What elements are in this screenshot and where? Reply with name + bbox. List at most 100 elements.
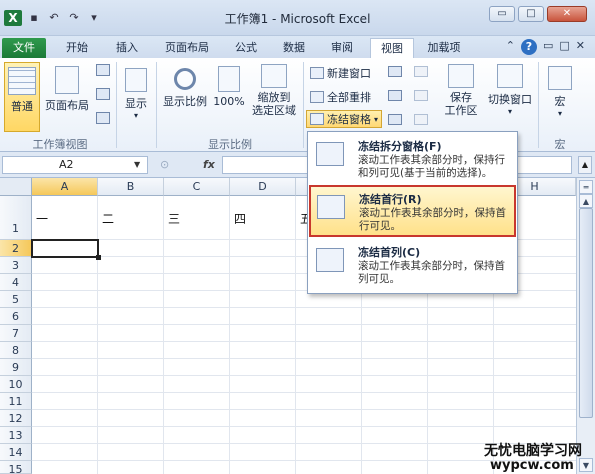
zoom-to-selection-label-1: 缩放到 <box>257 91 291 104</box>
grid-line <box>229 196 230 474</box>
scroll-down-icon[interactable]: ▼ <box>579 458 593 472</box>
cell-c1[interactable]: 三 <box>168 210 180 227</box>
zoom-to-selection-button[interactable]: 缩放到 选定区域 <box>248 62 300 132</box>
workbook-close-icon[interactable]: ✕ <box>576 39 585 55</box>
row-header[interactable]: 1 <box>0 196 32 240</box>
grid-line <box>32 341 576 342</box>
grid-line <box>32 324 576 325</box>
row-header[interactable]: 7 <box>0 325 32 342</box>
close-button[interactable]: ✕ <box>547 6 587 22</box>
row-header[interactable]: 2 <box>0 240 32 257</box>
active-cell-a2[interactable] <box>31 239 99 258</box>
row-header[interactable]: 5 <box>0 291 32 308</box>
custom-views-icon[interactable] <box>96 88 110 100</box>
synchronous-scrolling-icon[interactable] <box>414 90 428 101</box>
row-header[interactable]: 14 <box>0 444 32 461</box>
save-workspace-button[interactable]: 保存 工作区 <box>440 62 482 132</box>
page-break-preview-icon[interactable] <box>96 64 110 76</box>
tab-insert[interactable]: 插入 <box>106 38 148 58</box>
column-header[interactable]: A <box>32 178 98 196</box>
split-box-icon[interactable]: ═ <box>579 180 593 194</box>
unhide-icon[interactable] <box>388 114 402 125</box>
freeze-panes-label: 冻结窗格 <box>327 113 371 126</box>
name-box-dropdown-icon[interactable]: ▼ <box>134 160 140 169</box>
tab-addins[interactable]: 加载项 <box>420 38 468 58</box>
row-header[interactable]: 13 <box>0 427 32 444</box>
freeze-panes-menu-item[interactable]: 冻结拆分窗格(F) 滚动工作表其余部分时，保持行和列可见(基于当前的选择)。 <box>310 134 515 184</box>
workbook-views-group-label: 工作簿视图 <box>32 138 88 151</box>
tab-data[interactable]: 数据 <box>274 38 314 58</box>
hide-icon[interactable] <box>388 90 402 101</box>
row-header[interactable]: 4 <box>0 274 32 291</box>
new-window-button[interactable]: 新建窗口 <box>310 64 371 82</box>
row-header[interactable]: 6 <box>0 308 32 325</box>
zoom-100-button[interactable]: 100% <box>212 62 246 132</box>
cell-d1[interactable]: 四 <box>234 210 246 227</box>
freeze-panes-icon <box>316 142 344 166</box>
dropdown-arrow-icon: ▾ <box>133 111 138 120</box>
tab-page-layout[interactable]: 页面布局 <box>156 38 218 58</box>
row-header[interactable]: 9 <box>0 359 32 376</box>
ribbon-collapse-icon[interactable]: ⌃ <box>506 39 515 55</box>
cell-b1[interactable]: 二 <box>102 210 114 227</box>
grid-line <box>32 375 576 376</box>
normal-view-button[interactable]: 普通 <box>4 62 40 132</box>
switch-windows-button[interactable]: 切换窗口 ▾ <box>484 62 536 132</box>
help-icon[interactable]: ? <box>520 39 537 55</box>
group-separator <box>116 62 117 148</box>
select-all-corner[interactable] <box>0 178 32 196</box>
full-screen-icon[interactable] <box>96 112 110 124</box>
cell-a1[interactable]: 一 <box>36 210 48 227</box>
save-workspace-label-1: 保存 <box>450 91 472 104</box>
column-header[interactable]: B <box>98 178 164 196</box>
workbook-minimize-icon[interactable]: ▭ <box>543 39 553 55</box>
scroll-thumb[interactable] <box>579 208 593 418</box>
scroll-up-icon[interactable]: ▲ <box>579 194 593 208</box>
tab-formulas[interactable]: 公式 <box>226 38 266 58</box>
freeze-top-row-icon <box>317 195 345 219</box>
restore-button[interactable]: □ <box>518 6 544 22</box>
reset-window-position-icon[interactable] <box>414 114 428 125</box>
row-header[interactable]: 11 <box>0 393 32 410</box>
menu-item-title: 冻结首列(C) <box>358 246 421 259</box>
tab-view[interactable]: 视图 <box>370 38 414 58</box>
fill-handle[interactable] <box>96 255 101 260</box>
zoom-group-label: 显示比例 <box>208 138 252 151</box>
freeze-panes-button[interactable]: 冻结窗格 ▾ <box>306 110 383 128</box>
tab-file[interactable]: 文件 <box>2 38 46 58</box>
column-header[interactable]: C <box>164 178 230 196</box>
column-header[interactable]: D <box>230 178 296 196</box>
freeze-first-column-icon <box>316 248 344 272</box>
row-header[interactable]: 15 <box>0 461 32 474</box>
freeze-first-column-menu-item[interactable]: 冻结首列(C) 滚动工作表其余部分时，保持首列可见。 <box>310 240 515 290</box>
grid-line <box>32 392 576 393</box>
minimize-button[interactable]: ▭ <box>489 6 515 22</box>
insert-function-icon[interactable]: fx <box>203 158 215 171</box>
menu-item-title: 冻结拆分窗格(F) <box>358 140 442 153</box>
vertical-scrollbar[interactable]: ═ ▲ ▼ <box>576 178 595 474</box>
page-layout-view-button[interactable]: 页面布局 <box>42 62 92 132</box>
tab-review[interactable]: 审阅 <box>322 38 362 58</box>
split-icon[interactable] <box>388 66 402 77</box>
menu-item-description: 滚动工作表其余部分时，保持行和列可见(基于当前的选择)。 <box>358 154 505 179</box>
row-header[interactable]: 12 <box>0 410 32 427</box>
name-box[interactable]: A2 <box>2 156 148 174</box>
expand-formula-bar-icon[interactable]: ▲ <box>578 156 592 174</box>
row-header[interactable]: 3 <box>0 257 32 274</box>
freeze-top-row-menu-item[interactable]: 冻结首行(R) 滚动工作表其余部分时，保持首行可见。 <box>309 185 516 237</box>
switch-windows-label: 切换窗口 <box>488 93 532 106</box>
show-button[interactable]: 显示 ▾ <box>120 62 152 132</box>
view-side-by-side-icon[interactable] <box>414 66 428 77</box>
workbook-restore-icon[interactable]: □ <box>559 39 569 55</box>
tab-home[interactable]: 开始 <box>56 38 98 58</box>
watermark-url: wypcw.com <box>490 458 574 473</box>
formula-bar-resize-icon[interactable]: ⊙ <box>160 158 169 171</box>
row-header[interactable]: 10 <box>0 376 32 393</box>
group-separator <box>538 62 539 148</box>
grid-line <box>295 196 296 474</box>
freeze-panes-menu: 冻结拆分窗格(F) 滚动工作表其余部分时，保持行和列可见(基于当前的选择)。 冻… <box>307 131 518 294</box>
zoom-button[interactable]: 显示比例 <box>160 62 210 132</box>
macros-button[interactable]: 宏 ▾ <box>542 62 578 132</box>
arrange-all-button[interactable]: 全部重排 <box>310 88 371 106</box>
row-header[interactable]: 8 <box>0 342 32 359</box>
